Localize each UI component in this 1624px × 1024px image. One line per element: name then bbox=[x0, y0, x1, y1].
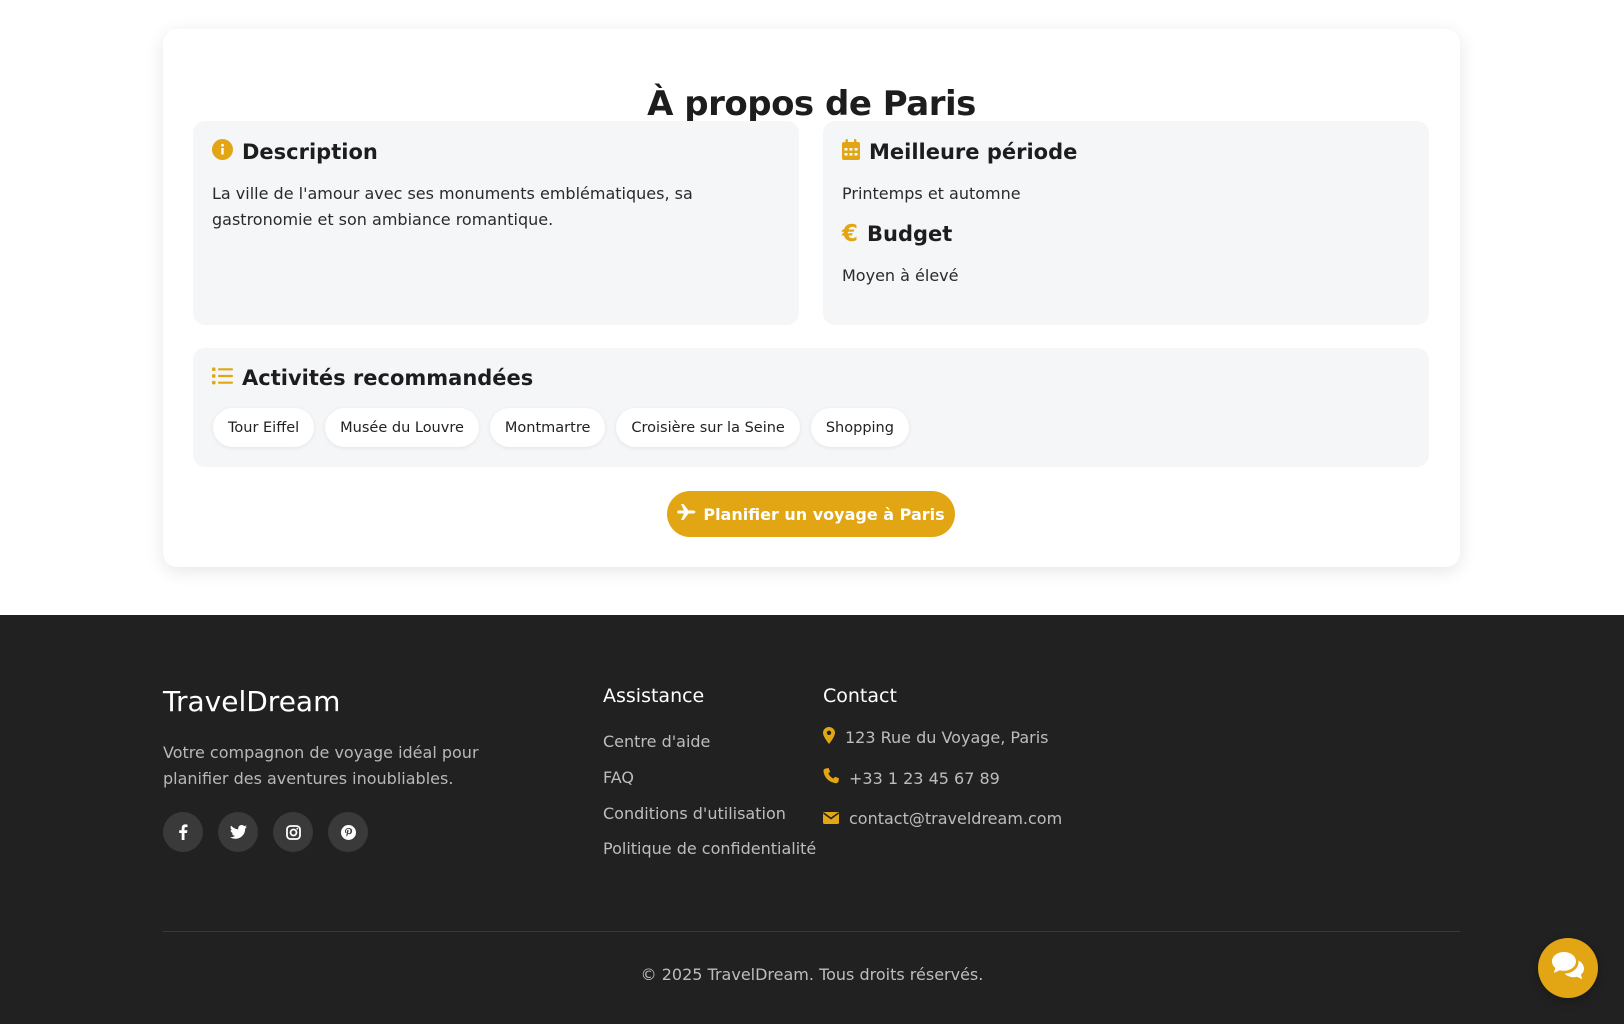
plan-trip-button[interactable]: Planifier un voyage à Paris bbox=[667, 491, 955, 537]
euro-icon: € bbox=[842, 221, 859, 247]
privacy-link[interactable]: Politique de confidentialité bbox=[603, 839, 816, 858]
twitter-icon[interactable] bbox=[218, 812, 258, 852]
envelope-icon bbox=[823, 809, 849, 828]
phone-text: +33 1 23 45 67 89 bbox=[849, 768, 1000, 788]
pinterest-icon[interactable] bbox=[328, 812, 368, 852]
period-panel: Meilleure période Printemps et automne €… bbox=[823, 121, 1429, 325]
address-text: 123 Rue du Voyage, Paris bbox=[845, 728, 1049, 747]
info-icon bbox=[212, 139, 233, 165]
budget-heading: € Budget bbox=[842, 221, 952, 247]
activities-heading: Activités recommandées bbox=[212, 366, 533, 390]
help-center-link[interactable]: Centre d'aide bbox=[603, 732, 710, 751]
plane-icon bbox=[677, 503, 697, 525]
terms-link[interactable]: Conditions d'utilisation bbox=[603, 804, 786, 823]
description-text: La ville de l'amour avec ses monuments e… bbox=[212, 184, 693, 229]
description-title: Description bbox=[242, 140, 378, 164]
list-icon bbox=[212, 366, 233, 390]
activities-title: Activités recommandées bbox=[242, 366, 534, 390]
contact-address: 123 Rue du Voyage, Paris bbox=[823, 727, 1049, 748]
about-title: À propos de Paris bbox=[647, 84, 976, 124]
social-links bbox=[163, 812, 368, 852]
phone-icon bbox=[823, 768, 849, 788]
contact-title: Contact bbox=[823, 685, 897, 707]
budget-text: Moyen à élevé bbox=[842, 266, 959, 285]
description-heading: Description bbox=[212, 139, 378, 165]
assistance-title: Assistance bbox=[603, 685, 705, 707]
activity-tag[interactable]: Shopping bbox=[810, 408, 909, 447]
contact-phone[interactable]: +33 1 23 45 67 89 bbox=[823, 768, 1000, 788]
activity-tags: Tour Eiffel Musée du Louvre Montmartre C… bbox=[213, 408, 909, 447]
map-pin-icon bbox=[823, 727, 845, 748]
contact-email[interactable]: contact@traveldream.com bbox=[823, 809, 1062, 828]
activities-panel: Activités recommandées Tour Eiffel Musée… bbox=[193, 348, 1429, 467]
footer-tagline: Votre compagnon de voyage idéal pour pla… bbox=[163, 743, 479, 788]
footer-divider bbox=[163, 931, 1460, 932]
description-panel: Description La ville de l'amour avec ses… bbox=[193, 121, 799, 325]
period-text: Printemps et automne bbox=[842, 184, 1021, 203]
activity-tag[interactable]: Musée du Louvre bbox=[325, 408, 479, 447]
chat-button[interactable] bbox=[1538, 938, 1598, 998]
facebook-icon[interactable] bbox=[163, 812, 203, 852]
budget-title: Budget bbox=[867, 222, 953, 246]
period-heading: Meilleure période bbox=[842, 139, 1077, 165]
footer-brand[interactable]: TravelDream bbox=[163, 685, 340, 718]
activity-tag[interactable]: Montmartre bbox=[489, 408, 606, 447]
calendar-icon bbox=[842, 139, 860, 165]
period-title: Meilleure période bbox=[869, 140, 1078, 164]
faq-link[interactable]: FAQ bbox=[603, 768, 634, 787]
plan-trip-label: Planifier un voyage à Paris bbox=[703, 504, 945, 524]
activity-tag[interactable]: Croisière sur la Seine bbox=[616, 408, 800, 447]
site-footer: TravelDream Votre compagnon de voyage id… bbox=[0, 615, 1624, 1024]
email-text: contact@traveldream.com bbox=[849, 809, 1063, 828]
activity-tag[interactable]: Tour Eiffel bbox=[213, 408, 315, 447]
copyright: © 2025 TravelDream. Tous droits réservés… bbox=[640, 965, 984, 984]
chat-bubbles-icon bbox=[1552, 952, 1584, 984]
instagram-icon[interactable] bbox=[273, 812, 313, 852]
